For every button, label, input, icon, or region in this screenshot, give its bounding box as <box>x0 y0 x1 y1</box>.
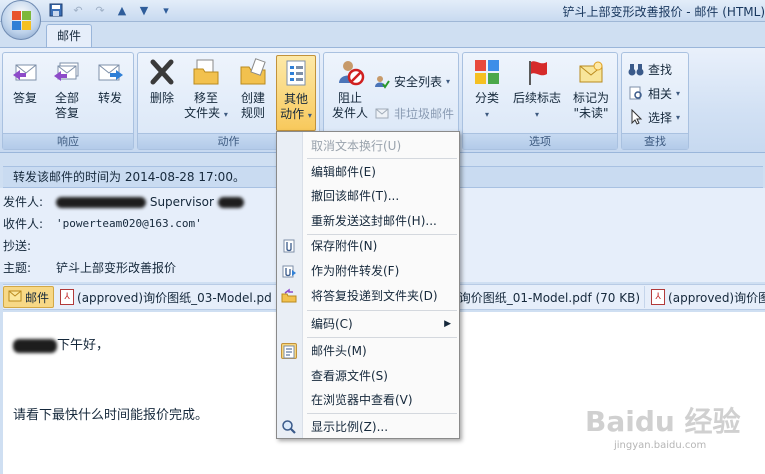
cursor-icon <box>628 109 644 125</box>
office-logo-icon <box>12 11 32 31</box>
menu-item-edit-message[interactable]: 编辑邮件(E) <box>277 161 459 183</box>
not-junk-button[interactable]: 非垃圾邮件 <box>374 103 454 123</box>
redacted-name <box>217 197 244 208</box>
menu-item-recall-message[interactable]: 撤回该邮件(T)... <box>277 185 459 207</box>
mark-unread-button[interactable]: 标记为 "未读" <box>567 57 615 131</box>
menu-item-zoom[interactable]: 显示比例(Z)... <box>277 416 459 438</box>
office-button[interactable] <box>1 0 41 40</box>
watermark-url: jingyan.baidu.com <box>614 440 707 451</box>
save-icon[interactable] <box>48 2 64 18</box>
menu-item-encoding[interactable]: 编码(C) ▶ <box>277 313 459 335</box>
group-options: 分类▾ 后续标志▾ 标记为 "未读" ⬊ 选项 <box>462 52 618 150</box>
menu-item-resend-message[interactable]: 重新发送这封邮件(H)... <box>277 210 459 232</box>
not-junk-icon <box>374 105 390 121</box>
cc-label: 抄送: <box>3 239 32 253</box>
move-to-folder-icon <box>193 59 219 85</box>
forward-as-attachment-icon <box>281 263 297 279</box>
reply-icon <box>13 64 37 81</box>
select-button[interactable]: 选择 ▾ <box>628 107 680 127</box>
other-actions-icon <box>286 60 306 86</box>
forward-icon <box>98 64 123 81</box>
related-button[interactable]: 相关 ▾ <box>628 83 680 103</box>
menu-item-view-in-browser[interactable]: 在浏览器中查看(V) <box>277 389 459 411</box>
group-respond: 答复 全部 答复 转发 响应 <box>2 52 134 150</box>
categorize-button[interactable]: 分类 ▾ <box>467 57 507 131</box>
group-find: 查找 相关 ▾ 选择 ▾ 查找 <box>621 52 689 150</box>
create-rule-button[interactable]: 创建 规则 <box>234 57 272 131</box>
body-greeting: 下午好， <box>13 334 109 353</box>
pdf-icon: ⅄ <box>651 289 666 305</box>
attachment-item[interactable]: ⅄ (approved)询价图纸_ <box>647 286 765 308</box>
reply-button[interactable]: 答复 <box>7 57 43 131</box>
block-sender-icon <box>339 61 365 86</box>
menu-separator <box>307 310 457 311</box>
follow-up-button[interactable]: 后续标志 ▾ <box>509 57 565 131</box>
redacted-name <box>13 338 57 353</box>
menu-separator <box>307 337 457 338</box>
safe-lists-icon <box>374 73 390 89</box>
ribbon-tab-row: 邮件 <box>0 22 765 48</box>
save-attachments-icon <box>281 238 297 254</box>
group-label-find: 查找 <box>622 133 688 149</box>
quick-access-toolbar: ↶ ↷ ▲ ▼ ▾ <box>48 2 174 18</box>
other-actions-menu: 取消文本换行(U) 编辑邮件(E) 撤回该邮件(T)... 重新发送这封邮件(H… <box>276 131 460 439</box>
customize-qat-icon[interactable]: ▾ <box>158 2 174 18</box>
menu-item-message-header[interactable]: 邮件头(M) <box>277 340 459 362</box>
reply-all-button[interactable]: 全部 答复 <box>49 57 85 131</box>
block-sender-button[interactable]: 阻止 发件人 <box>328 57 372 131</box>
menu-item-deliver-replies[interactable]: 将答复投递到文件夹(D) <box>277 285 459 307</box>
submenu-arrow-icon: ▶ <box>444 319 451 329</box>
menu-item-save-attachments[interactable]: 保存附件(N) <box>277 235 459 257</box>
redacted-name <box>56 197 146 208</box>
title-bar: ↶ ↷ ▲ ▼ ▾ 铲斗上部变形改善报价 - 邮件 (HTML) <box>0 0 765 22</box>
pdf-icon: ⅄ <box>60 289 75 305</box>
delete-icon <box>150 59 174 85</box>
binoculars-icon <box>628 61 644 77</box>
reply-all-icon <box>54 62 79 81</box>
safe-lists-button[interactable]: 安全列表 ▾ <box>374 71 450 91</box>
subject-label: 主题: <box>3 261 32 275</box>
related-icon <box>628 85 644 101</box>
delete-button[interactable]: 删除 <box>142 57 182 131</box>
menu-item-unwrap-text[interactable]: 取消文本换行(U) <box>277 135 459 157</box>
attachment-message-tab[interactable]: 邮件 <box>3 286 55 308</box>
follow-up-flag-icon <box>529 61 547 85</box>
menu-item-view-source[interactable]: 查看源文件(S) <box>277 365 459 387</box>
move-to-folder-button[interactable]: 移至 文件夹 ▾ <box>184 57 228 131</box>
to-label: 收件人: <box>3 217 44 231</box>
menu-item-forward-as-attachment[interactable]: 作为附件转发(F) <box>277 260 459 282</box>
previous-item-icon[interactable]: ▲ <box>114 2 130 18</box>
to-value[interactable]: 'powerteam020@163.com' <box>56 214 202 234</box>
attachment-item[interactable]: 询价图纸_01-Model.pdf (70 KB) <box>455 286 646 308</box>
window-title: 铲斗上部变形改善报价 - 邮件 (HTML) <box>562 5 765 19</box>
find-button[interactable]: 查找 <box>628 59 672 79</box>
menu-separator <box>307 413 457 414</box>
other-actions-button[interactable]: 其他 动作 ▾ <box>276 55 316 131</box>
group-label-respond: 响应 <box>3 133 133 149</box>
redo-icon[interactable]: ↷ <box>92 2 108 18</box>
deliver-replies-icon <box>281 288 297 304</box>
message-header-icon <box>281 343 297 359</box>
body-text: 请看下最快什么时间能报价完成。 <box>13 408 209 423</box>
envelope-icon <box>8 290 22 305</box>
menu-separator <box>307 158 457 159</box>
undo-icon[interactable]: ↶ <box>70 2 86 18</box>
subject-value: 铲斗上部变形改善报价 <box>56 261 177 275</box>
magnifier-icon <box>281 419 297 435</box>
categorize-icon <box>475 60 499 84</box>
forward-button[interactable]: 转发 <box>91 57 129 131</box>
attachment-item[interactable]: ⅄ (approved)询价图纸_03-Model.pd <box>56 286 277 308</box>
group-label-options: 选项 <box>463 133 617 149</box>
next-item-icon[interactable]: ▼ <box>136 2 152 18</box>
tab-mail[interactable]: 邮件 <box>46 24 92 48</box>
mark-unread-icon <box>579 61 603 83</box>
from-label: 发件人: <box>3 195 44 209</box>
watermark-logo: Baidu 经验 <box>585 405 741 438</box>
create-rule-icon <box>240 58 266 85</box>
from-value[interactable]: Supervisor <box>56 192 244 212</box>
